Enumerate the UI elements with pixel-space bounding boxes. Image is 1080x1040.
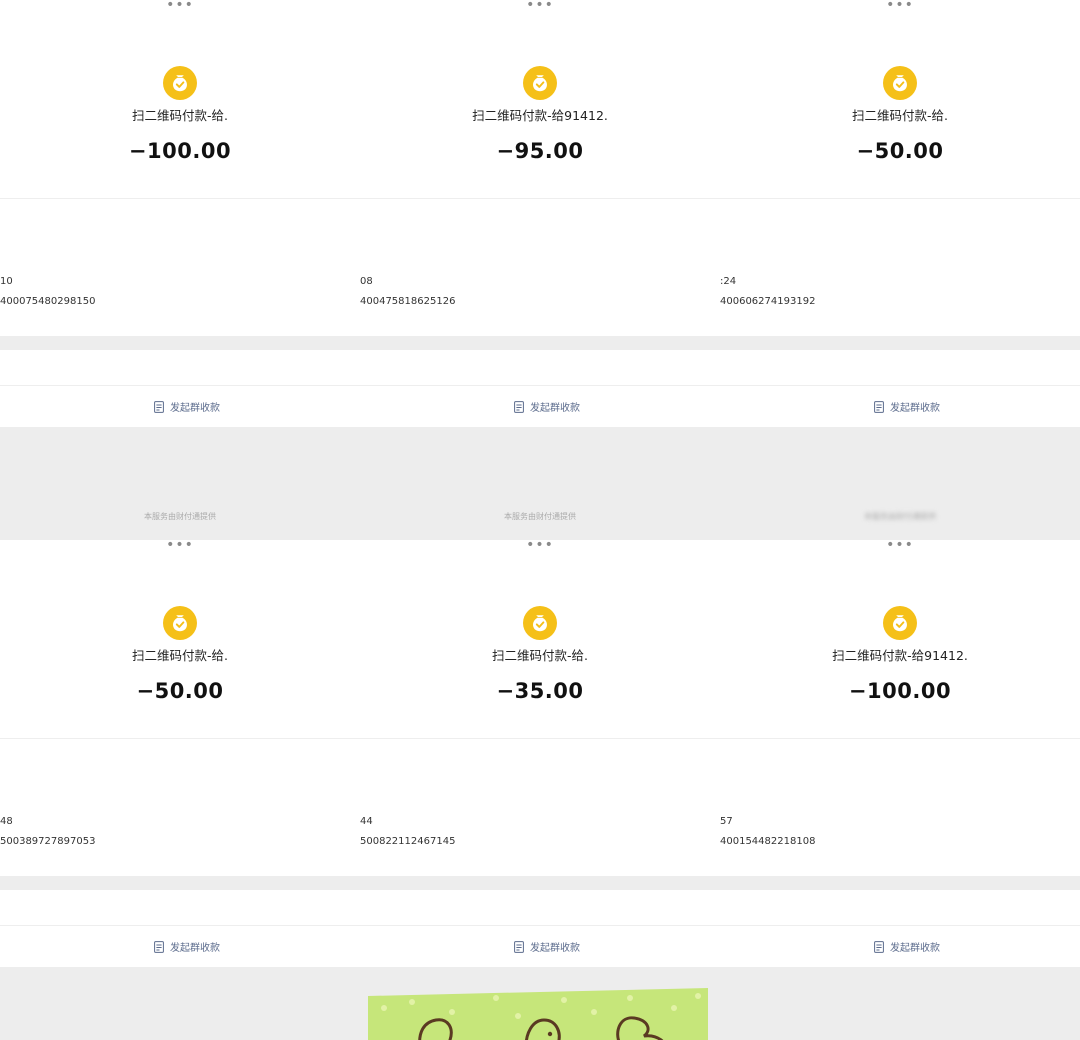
- document-icon: [874, 940, 884, 953]
- receipt-header: ••• 扫二维码付款-给91412. −95.00: [360, 0, 720, 198]
- transaction-amount: −95.00: [496, 139, 584, 163]
- group-collect-label: 发起群收款: [170, 403, 220, 414]
- more-dots-icon[interactable]: •••: [360, 0, 720, 14]
- transaction-amount: −100.00: [128, 139, 232, 163]
- transaction-amount: −50.00: [856, 139, 944, 163]
- receipt-header: ••• 扫二维码付款-给. −50.00: [0, 540, 360, 738]
- money-bag-check-icon: [523, 606, 557, 640]
- payment-receipt-panel: ••• 扫二维码付款-给91412. −100.00 57 4001544822…: [720, 540, 1080, 1040]
- payment-receipt-panel: ••• 扫二维码付款-给. −50.00 48 500389727897053: [0, 540, 360, 1040]
- service-provider-footer: 本服务由财付通提供: [504, 512, 576, 521]
- transaction-amount: −35.00: [496, 679, 584, 703]
- group-collect-button[interactable]: 发起群收款: [360, 386, 720, 427]
- blank-section: [0, 890, 360, 925]
- blank-section: [720, 350, 1080, 385]
- transaction-time-fragment: 44: [360, 816, 373, 827]
- more-dots-icon[interactable]: •••: [0, 540, 360, 554]
- group-collect-label: 发起群收款: [170, 943, 220, 954]
- group-collect-section: 发起群收款: [720, 926, 1080, 967]
- document-icon: [874, 400, 884, 413]
- money-bag-check-icon: [163, 66, 197, 100]
- transaction-time-fragment: 48: [0, 816, 13, 827]
- group-collect-section: 发起群收款: [720, 386, 1080, 427]
- receipt-header: ••• 扫二维码付款-给. −50.00: [720, 0, 1080, 198]
- service-provider-footer: 本服务由财付通提供: [864, 512, 936, 521]
- receipt-header: ••• 扫二维码付款-给91412. −100.00: [720, 540, 1080, 738]
- transaction-details: 48 500389727897053: [0, 739, 360, 876]
- transaction-title: 扫二维码付款-给.: [852, 108, 948, 123]
- document-icon: [154, 400, 164, 413]
- transaction-details: 08 400475818625126: [360, 199, 720, 336]
- blank-section: [360, 890, 720, 925]
- transaction-title: 扫二维码付款-给.: [132, 108, 228, 123]
- transaction-time-fragment: :24: [720, 276, 737, 287]
- group-collect-section: 发起群收款: [0, 386, 360, 427]
- group-collect-button[interactable]: 发起群收款: [720, 926, 1080, 967]
- transaction-order-number: 500389727897053: [0, 836, 96, 847]
- more-dots-icon[interactable]: •••: [720, 540, 1080, 554]
- cartoon-sticker: [368, 988, 708, 1040]
- payment-receipt-panel: ••• 扫二维码付款-给91412. −95.00 08 40047581862…: [360, 0, 720, 540]
- transaction-details: 57 400154482218108: [720, 739, 1080, 876]
- transaction-amount: −100.00: [848, 679, 952, 703]
- service-provider-footer: 本服务由财付通提供: [144, 512, 216, 521]
- transaction-details: :24 400606274193192: [720, 199, 1080, 336]
- group-collect-button[interactable]: 发起群收款: [0, 926, 360, 967]
- transaction-details: 44 500822112467145: [360, 739, 720, 876]
- group-collect-button[interactable]: 发起群收款: [0, 386, 360, 427]
- document-icon: [154, 940, 164, 953]
- transaction-amount: −50.00: [136, 679, 224, 703]
- transaction-title: 扫二维码付款-给.: [492, 648, 588, 663]
- money-bag-check-icon: [883, 66, 917, 100]
- group-collect-label: 发起群收款: [890, 403, 940, 414]
- group-collect-section: 发起群收款: [360, 386, 720, 427]
- payment-receipt-panel: ••• 扫二维码付款-给. −100.00 10 400075480298150: [0, 0, 360, 540]
- transaction-time-fragment: 08: [360, 276, 373, 287]
- transaction-time-fragment: 10: [0, 276, 13, 287]
- blank-section: [0, 350, 360, 385]
- money-bag-check-icon: [883, 606, 917, 640]
- payment-receipt-panel: ••• 扫二维码付款-给. −50.00 :24 400606274193192: [720, 0, 1080, 540]
- more-dots-icon[interactable]: •••: [0, 0, 360, 14]
- group-collect-button[interactable]: 发起群收款: [360, 926, 720, 967]
- transaction-title: 扫二维码付款-给91412.: [832, 648, 968, 663]
- group-collect-button[interactable]: 发起群收款: [720, 386, 1080, 427]
- transaction-order-number: 500822112467145: [360, 836, 456, 847]
- group-collect-label: 发起群收款: [890, 943, 940, 954]
- transaction-time-fragment: 57: [720, 816, 733, 827]
- transaction-title: 扫二维码付款-给91412.: [472, 108, 608, 123]
- more-dots-icon[interactable]: •••: [720, 0, 1080, 14]
- money-bag-check-icon: [523, 66, 557, 100]
- screenshot-collage: ••• 扫二维码付款-给. −100.00 10 400075480298150: [0, 0, 1080, 1040]
- transaction-order-number: 400606274193192: [720, 296, 816, 307]
- more-dots-icon[interactable]: •••: [360, 540, 720, 554]
- group-collect-section: 发起群收款: [360, 926, 720, 967]
- blank-section: [720, 890, 1080, 925]
- transaction-title: 扫二维码付款-给.: [132, 648, 228, 663]
- blank-section: [360, 350, 720, 385]
- group-collect-section: 发起群收款: [0, 926, 360, 967]
- transaction-details: 10 400075480298150: [0, 199, 360, 336]
- money-bag-check-icon: [163, 606, 197, 640]
- receipt-header: ••• 扫二维码付款-给. −100.00: [0, 0, 360, 198]
- transaction-order-number: 400475818625126: [360, 296, 456, 307]
- group-collect-label: 发起群收款: [530, 943, 580, 954]
- payment-receipt-panel: ••• 扫二维码付款-给. −35.00 44 500822112467145: [360, 540, 720, 1040]
- document-icon: [514, 400, 524, 413]
- document-icon: [514, 940, 524, 953]
- receipt-header: ••• 扫二维码付款-给. −35.00: [360, 540, 720, 738]
- transaction-order-number: 400075480298150: [0, 296, 96, 307]
- group-collect-label: 发起群收款: [530, 403, 580, 414]
- transaction-order-number: 400154482218108: [720, 836, 816, 847]
